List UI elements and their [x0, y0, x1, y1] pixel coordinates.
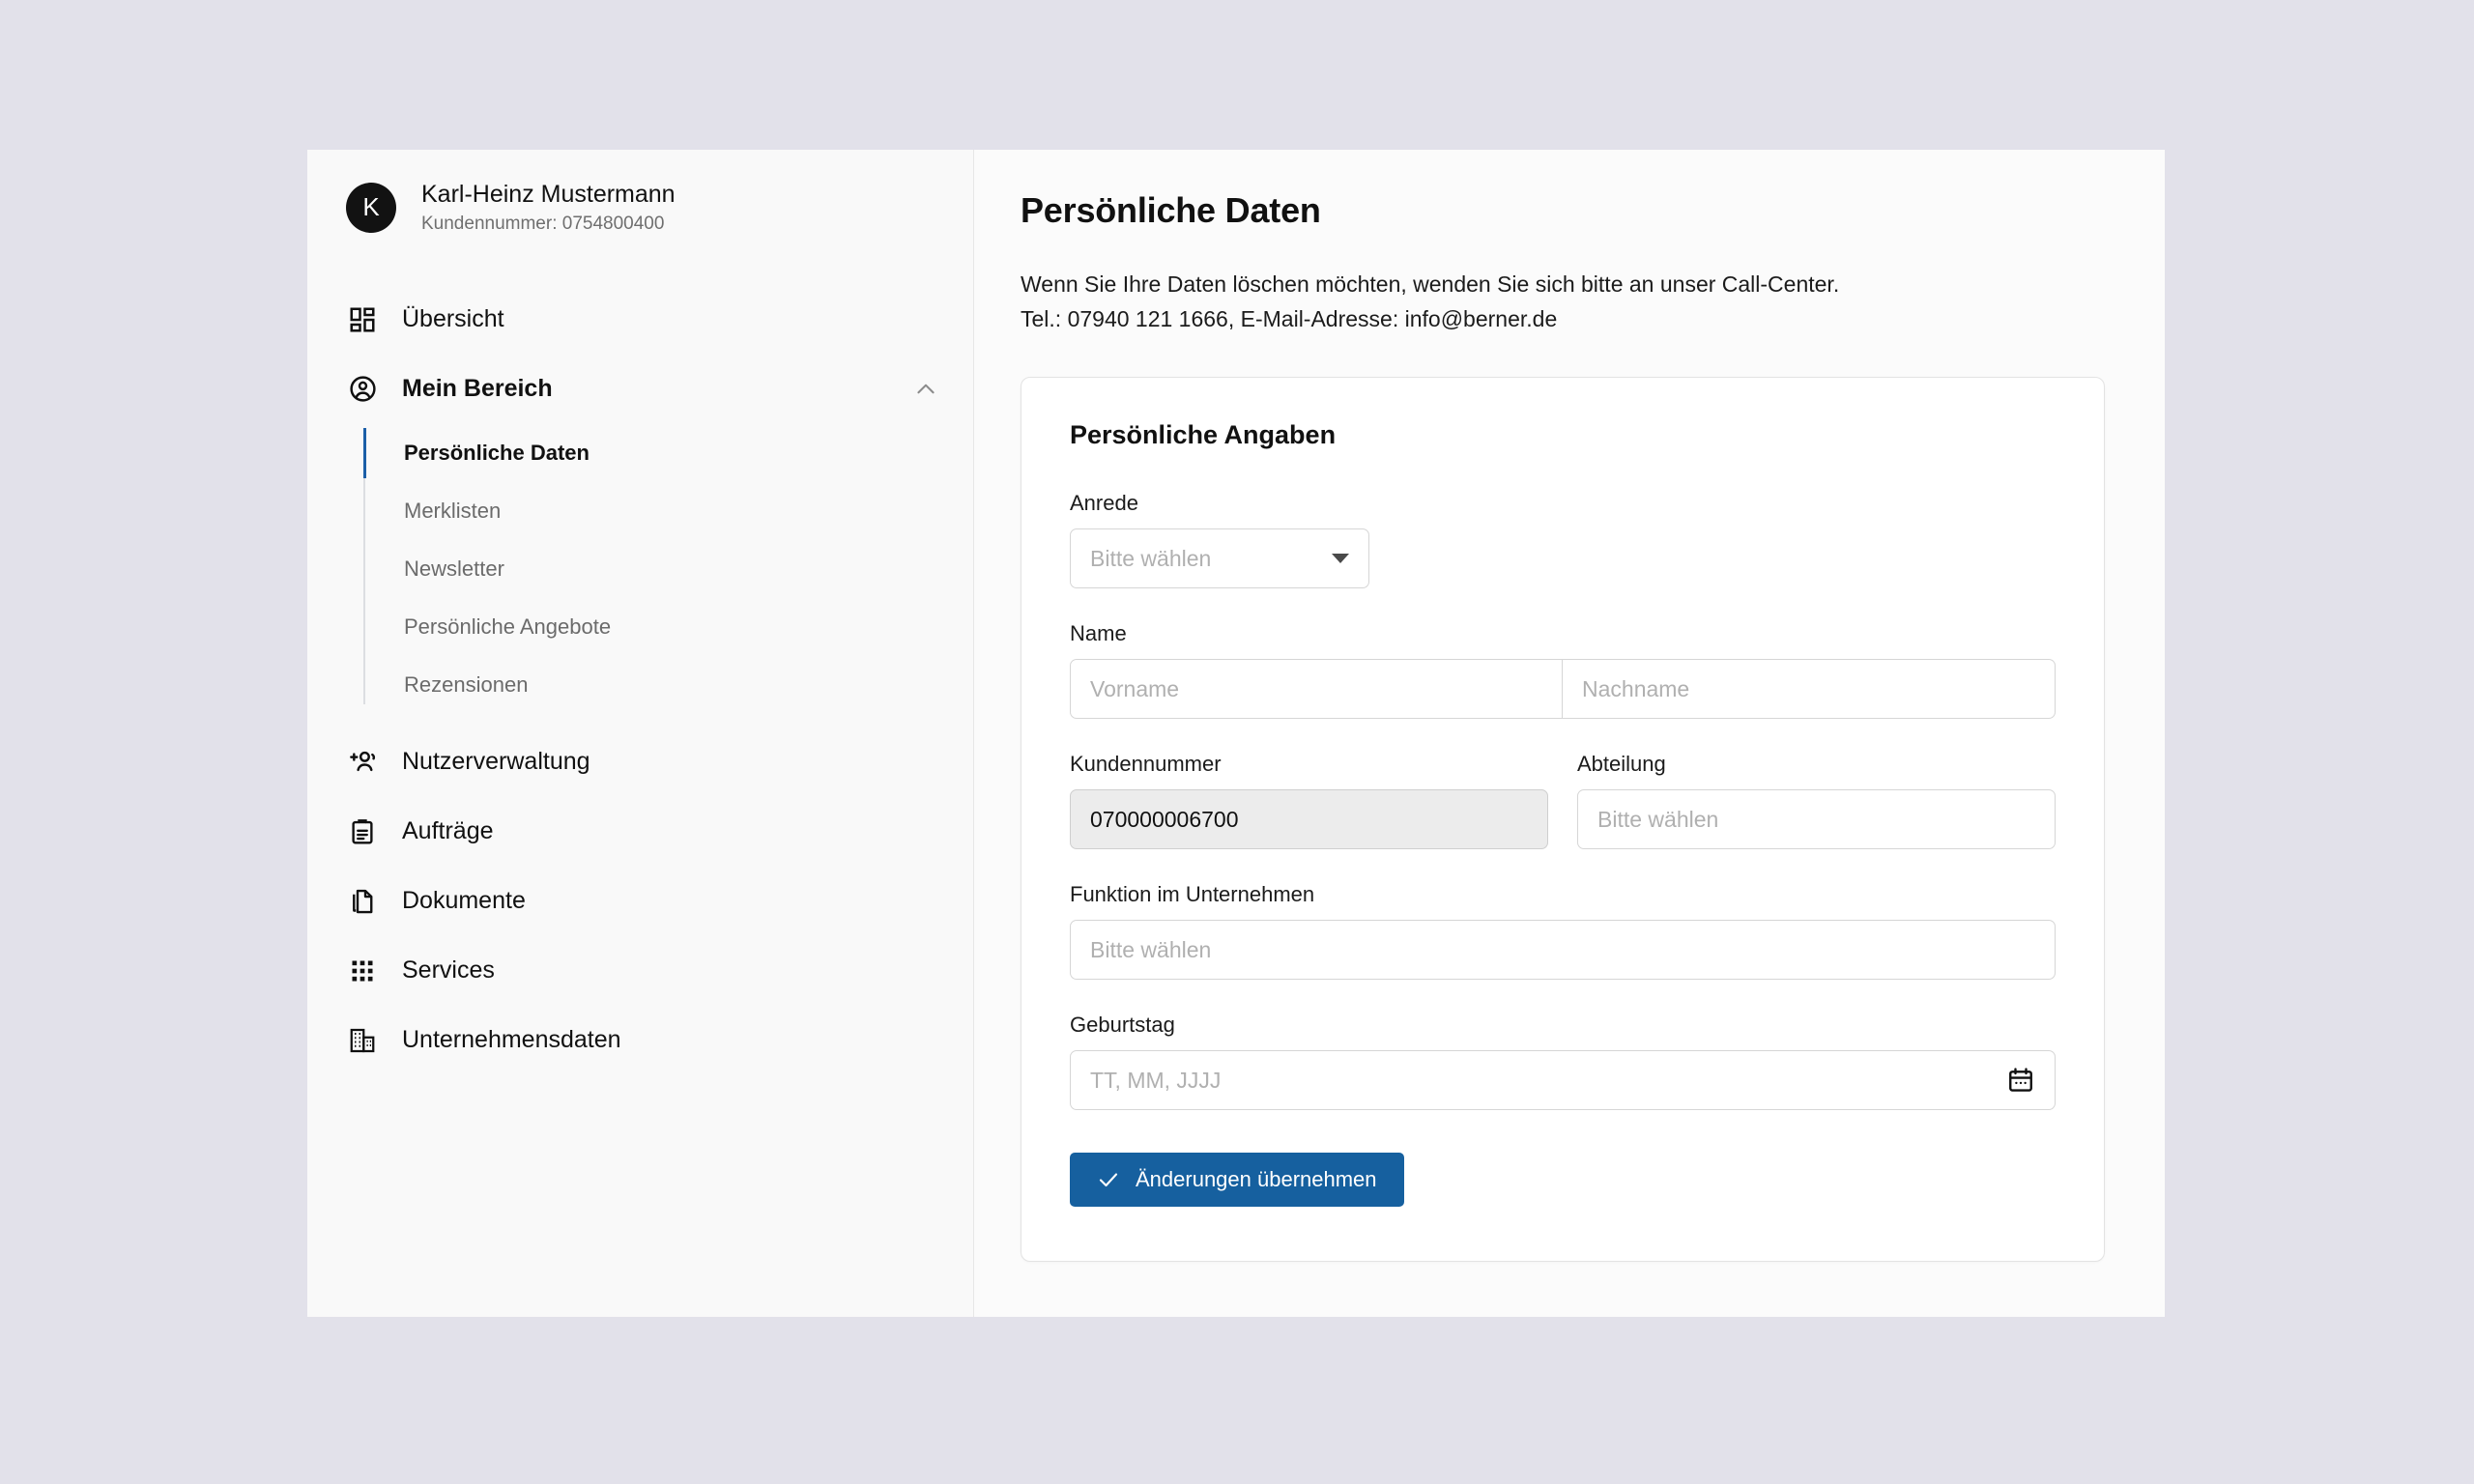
sidebar-item-persoenliche-daten[interactable]: Persönliche Daten	[363, 424, 973, 482]
first-name-placeholder: Vorname	[1090, 675, 1180, 701]
sidebar-item-nutzerverwaltung[interactable]: Nutzerverwaltung	[307, 728, 973, 797]
sidebar-item-label: Dokumente	[402, 887, 526, 915]
label-geburtstag: Geburtstag	[1070, 1013, 1175, 1038]
field-anrede: Anrede Bitte wählen	[1070, 491, 2056, 589]
building-icon	[346, 1024, 379, 1057]
check-icon	[1097, 1168, 1120, 1191]
field-name: Name Vorname Nachname	[1070, 621, 2056, 720]
chevron-up-icon[interactable]	[913, 377, 938, 402]
geburtstag-input[interactable]: TT, MM, JJJJ	[1070, 1050, 2056, 1111]
page-note-line-1: Wenn Sie Ihre Daten löschen möchten, wen…	[1021, 271, 1840, 297]
main-content: Persönliche Daten Wenn Sie Ihre Daten lö…	[974, 150, 2165, 1317]
sidebar-subitem-label: Persönliche Angebote	[404, 614, 612, 639]
sidebar-item-dokumente[interactable]: Dokumente	[307, 867, 973, 936]
sidebar-item-unternehmensdaten[interactable]: Unternehmensdaten	[307, 1006, 973, 1075]
save-changes-button[interactable]: Änderungen übernehmen	[1070, 1153, 1404, 1208]
label-name: Name	[1070, 621, 1127, 646]
sidebar-item-label: Aufträge	[402, 817, 494, 845]
label-kundennummer: Kundennummer	[1070, 752, 1222, 777]
field-geburtstag: Geburtstag TT, MM, JJJJ	[1070, 1013, 2056, 1111]
calendar-icon[interactable]	[2006, 1066, 2035, 1095]
geburtstag-placeholder: TT, MM, JJJJ	[1090, 1067, 1222, 1093]
name-row: Vorname Nachname	[1070, 659, 2056, 720]
label-abteilung: Abteilung	[1577, 752, 1666, 777]
sidebar-item-uebersicht[interactable]: Übersicht	[307, 285, 973, 355]
personal-details-card: Persönliche Angaben Anrede Bitte wählen …	[1021, 377, 2105, 1263]
apps-grid-icon	[346, 955, 379, 987]
user-add-icon	[346, 746, 379, 779]
sidebar-nav: Übersicht Mein Bereich Persönliche Daten…	[307, 285, 973, 1075]
sidebar-item-merklisten[interactable]: Merklisten	[404, 482, 973, 540]
page-title: Persönliche Daten	[1021, 190, 1321, 230]
sidebar-item-label: Mein Bereich	[402, 375, 553, 403]
user-name: Karl-Heinz Mustermann	[421, 181, 676, 208]
sidebar-item-persoenliche-angebote[interactable]: Persönliche Angebote	[404, 598, 973, 656]
funktion-select[interactable]: Bitte wählen	[1070, 920, 2056, 981]
kundennummer-input: 070000006700	[1070, 789, 1548, 850]
avatar: K	[346, 182, 396, 233]
sidebar-subitem-label: Merklisten	[404, 498, 502, 523]
sidebar-item-auftraege[interactable]: Aufträge	[307, 797, 973, 867]
abteilung-placeholder: Bitte wählen	[1597, 806, 1719, 832]
sidebar-subitem-label: Rezensionen	[404, 671, 529, 697]
sidebar-item-label: Nutzerverwaltung	[402, 748, 590, 776]
sidebar-subitem-label: Persönliche Daten	[404, 440, 590, 465]
user-customer-number: Kundennummer: 0754800400	[421, 213, 665, 234]
last-name-input[interactable]: Nachname	[1563, 659, 2056, 720]
first-name-input[interactable]: Vorname	[1070, 659, 1563, 720]
abteilung-select[interactable]: Bitte wählen	[1577, 789, 2056, 850]
copy-documents-icon	[346, 885, 379, 918]
user-profile-block: K Karl-Heinz Mustermann Kundennummer: 07…	[307, 181, 973, 235]
kundennummer-value: 070000006700	[1090, 806, 1239, 832]
anrede-select-value: Bitte wählen	[1090, 545, 1212, 571]
sidebar: K Karl-Heinz Mustermann Kundennummer: 07…	[307, 150, 974, 1317]
funktion-placeholder: Bitte wählen	[1090, 936, 1212, 962]
page-note: Wenn Sie Ihre Daten löschen möchten, wen…	[1021, 268, 2111, 336]
label-anrede: Anrede	[1070, 491, 1138, 516]
sidebar-subnav: Persönliche Daten Merklisten Newsletter …	[363, 424, 973, 714]
field-row-kundennummer-abteilung: Kundennummer 070000006700 Abteilung Bitt…	[1070, 752, 2056, 850]
sidebar-item-label: Unternehmensdaten	[402, 1026, 621, 1054]
anrede-select[interactable]: Bitte wählen	[1070, 528, 1369, 589]
app-window: K Karl-Heinz Mustermann Kundennummer: 07…	[307, 150, 2165, 1317]
field-funktion: Funktion im Unternehmen Bitte wählen	[1070, 882, 2056, 981]
label-funktion: Funktion im Unternehmen	[1070, 882, 1315, 907]
sidebar-item-services[interactable]: Services	[307, 936, 973, 1006]
dashboard-grid-icon	[346, 303, 379, 336]
sidebar-item-label: Services	[402, 956, 495, 985]
sidebar-item-label: Übersicht	[402, 305, 504, 333]
save-changes-label: Änderungen übernehmen	[1136, 1167, 1377, 1192]
clipboard-icon	[346, 815, 379, 848]
page-note-line-2: Tel.: 07940 121 1666, E-Mail-Adresse: in…	[1021, 305, 1558, 331]
person-circle-icon	[346, 373, 379, 406]
card-title: Persönliche Angaben	[1070, 420, 1337, 450]
field-abteilung: Abteilung Bitte wählen	[1577, 752, 2056, 850]
last-name-placeholder: Nachname	[1582, 675, 1690, 701]
sidebar-subitem-label: Newsletter	[404, 556, 504, 581]
field-kundennummer: Kundennummer 070000006700	[1070, 752, 1548, 850]
sidebar-item-newsletter[interactable]: Newsletter	[404, 540, 973, 598]
sidebar-item-mein-bereich[interactable]: Mein Bereich	[307, 355, 973, 424]
chevron-down-icon	[1332, 554, 1349, 564]
sidebar-item-rezensionen[interactable]: Rezensionen	[404, 656, 973, 714]
